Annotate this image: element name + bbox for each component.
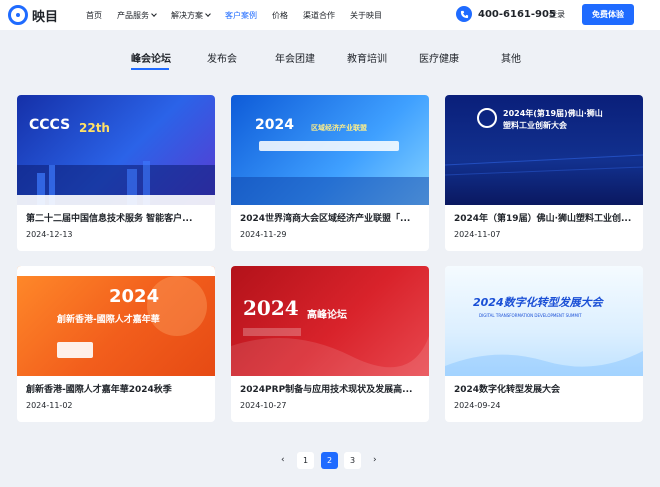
cover-text: 2024数字化转型发展大会 [473,296,603,309]
case-date: 2024-10-27 [240,401,287,410]
cover-text: 2024 [243,296,299,320]
case-date: 2024-11-02 [26,401,73,410]
cover-badge: 高峰论坛 [307,310,347,321]
menu-item-about[interactable]: 关于映目 [350,10,382,21]
case-cover-image: CCCS 22th [17,95,215,205]
menu-label: 产品服务 [117,10,149,20]
menu-label: 客户案例 [225,10,257,20]
tab-annual-party[interactable]: 年会团建 [275,50,315,65]
tab-summit[interactable]: 峰会论坛 [131,50,171,65]
cover-badge: 区域经济产业联盟 [311,124,367,132]
phone-icon [456,6,472,22]
menu-item-pricing[interactable]: 价格 [272,10,288,21]
case-card[interactable]: CCCS 22th 第二十二届中国信息技术服务 智能客户... 2024-12-… [17,95,215,251]
tab-other[interactable]: 其他 [501,50,521,65]
cover-badge: 22th [79,121,110,135]
case-title: 創新香港-國際人才嘉年華2024秋季 [26,385,172,395]
menu-label: 解决方案 [171,10,203,20]
case-cover-image: 2024 高峰论坛 [231,266,429,376]
brand-name: 映目 [32,9,59,25]
chevron-left-icon[interactable]: ‹ [281,455,285,465]
cover-badge: DIGITAL TRANSFORMATION DEVELOPMENT SUMMI… [479,313,582,318]
tab-active-indicator [131,68,169,70]
menu-item-cases[interactable]: 客户案例 [225,10,257,21]
menu-item-channels[interactable]: 渠道合作 [303,10,335,21]
free-trial-button[interactable]: 免费体验 [582,4,634,25]
top-navbar: 映目 首页 产品服务 解决方案 客户案例 价格 渠道合作 关于映目 400-61… [0,0,660,30]
case-card[interactable]: 2024 創新香港-國際人才嘉年華 創新香港-國際人才嘉年華2024秋季 202… [17,266,215,422]
tab-education[interactable]: 教育培训 [347,50,387,65]
case-cover-image: 2024数字化转型发展大会 DIGITAL TRANSFORMATION DEV… [445,266,643,376]
case-cover-image: 2024 区域经济产业联盟 [231,95,429,205]
case-title: 2024数字化转型发展大会 [454,385,561,395]
cover-badge: 塑料工业创新大会 [503,121,567,130]
case-card[interactable]: 2024 区域经济产业联盟 2024世界湾商大会区域经济产业联盟「... 202… [231,95,429,251]
case-date: 2024-11-07 [454,230,501,239]
menu-label: 关于映目 [350,10,382,20]
menu-label: 价格 [272,10,288,20]
case-title: 2024年（第19届）佛山·狮山塑料工业创... [454,214,632,224]
cover-text: 2024 [109,286,160,307]
logo-icon [8,5,28,25]
chevron-right-icon[interactable]: › [373,455,377,465]
cover-badge: 創新香港-國際人才嘉年華 [57,315,160,325]
case-date: 2024-11-29 [240,230,287,239]
tab-healthcare[interactable]: 医疗健康 [419,50,459,65]
tab-launch[interactable]: 发布会 [207,50,237,65]
chevron-down-icon [205,11,211,17]
menu-label: 渠道合作 [303,10,335,20]
case-date: 2024-12-13 [26,230,73,239]
case-cover-image: 2024 創新香港-國際人才嘉年華 [17,266,215,376]
main-menu: 首页 产品服务 解决方案 客户案例 价格 渠道合作 关于映目 [86,0,397,30]
page-button[interactable]: 3 [344,452,361,469]
case-card[interactable]: 2024数字化转型发展大会 DIGITAL TRANSFORMATION DEV… [445,266,643,422]
phone-contact[interactable]: 400-6161-905 [456,6,556,22]
case-card[interactable]: 2024年(第19届)佛山·狮山 塑料工业创新大会 2024年（第19届）佛山·… [445,95,643,251]
menu-item-home[interactable]: 首页 [86,10,102,21]
cover-text: 2024 [255,117,294,133]
case-title: 第二十二届中国信息技术服务 智能客户... [26,214,193,224]
case-date: 2024-09-24 [454,401,501,410]
logo[interactable]: 映目 [8,5,58,25]
pagination: ‹ 1 2 3 › [0,452,660,470]
login-link[interactable]: 登录 [549,9,565,20]
page-button[interactable]: 1 [297,452,314,469]
case-title: 2024世界湾商大会区域经济产业联盟「... [240,214,411,224]
case-cover-image: 2024年(第19届)佛山·狮山 塑料工业创新大会 [445,95,643,205]
case-card[interactable]: 2024 高峰论坛 2024PRP制备与应用技术现状及发展高... 2024-1… [231,266,429,422]
phone-number: 400-6161-905 [478,8,556,20]
case-title: 2024PRP制备与应用技术现状及发展高... [240,385,413,395]
chevron-down-icon [151,11,157,17]
cover-text: CCCS [29,117,71,133]
menu-item-products[interactable]: 产品服务 [117,10,157,21]
menu-label: 首页 [86,10,102,20]
page-button-current[interactable]: 2 [321,452,338,469]
category-tabs: 峰会论坛 发布会 年会团建 教育培训 医疗健康 其他 [0,44,660,74]
cover-text: 2024年(第19届)佛山·狮山 [503,109,603,118]
menu-item-solutions[interactable]: 解决方案 [171,10,211,21]
